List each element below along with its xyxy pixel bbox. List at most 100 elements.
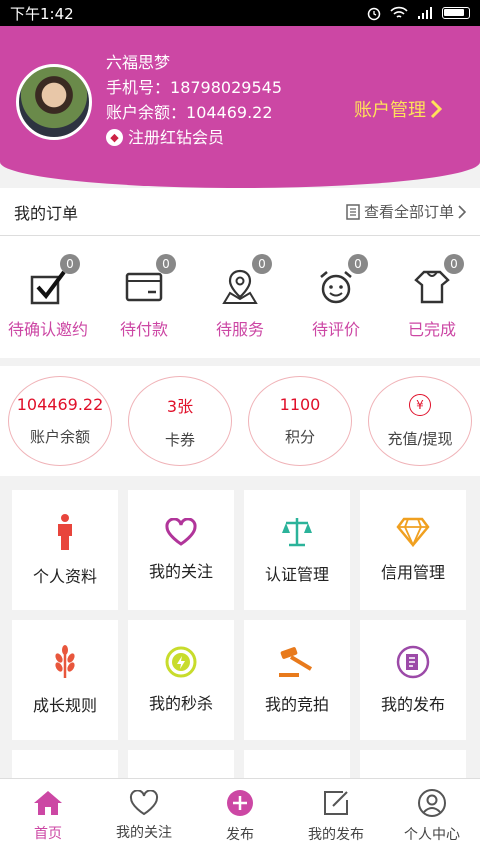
order-status-label: 待确认邀约: [7, 320, 88, 339]
checkbox-icon: [27, 266, 69, 308]
tile-label: 我的秒杀: [148, 694, 213, 713]
shirt-icon: [411, 266, 453, 308]
tab-label: 个人中心: [404, 827, 460, 843]
edit-icon: [324, 791, 348, 815]
wallet-value: 1100: [279, 395, 321, 414]
scale-icon: [282, 518, 312, 547]
chevron-right-icon: [430, 99, 442, 119]
order-status-pending-confirm[interactable]: 0 待确认邀约: [0, 236, 96, 358]
tile-label: 信用管理: [380, 563, 445, 582]
order-count-badge: 0: [348, 254, 368, 274]
tile-profile[interactable]: 个人资料: [12, 490, 118, 610]
tab-label: 发布: [226, 827, 254, 843]
feature-grid-viewport: 个人资料 我的关注 认证管理 信用管理 成长规则 我的秒杀 我的竞拍 我的发布: [0, 490, 480, 780]
tile-label: 我的竞拍: [264, 695, 329, 714]
view-all-orders-label: 查看全部订单: [363, 203, 454, 221]
orders-title: 我的订单: [14, 203, 79, 223]
tab-my-posts[interactable]: 我的发布: [288, 779, 384, 853]
account-management-link[interactable]: 账户管理: [354, 96, 442, 122]
wallet-balance[interactable]: 104469.22 账户余额: [8, 376, 112, 466]
tile-auction[interactable]: 我的竞拍: [244, 620, 350, 740]
user-icon: [418, 789, 446, 817]
tile-label: 个人资料: [32, 567, 97, 586]
tile-partial[interactable]: [12, 750, 118, 780]
tile-growth-rules[interactable]: 成长规则: [12, 620, 118, 740]
wallet-label: 积分: [284, 428, 315, 446]
heart-icon: [165, 518, 197, 546]
wallet-label: 卡券: [164, 430, 195, 449]
wallet-summary: 104469.22 账户余额 3张 卡券 1100 积分 ¥ 充值/提现: [0, 366, 480, 476]
bottom-tab-bar: 首页 我的关注 发布 我的发布 个人中心: [0, 778, 480, 853]
tile-partial[interactable]: [128, 750, 234, 780]
tile-partial[interactable]: [244, 750, 350, 780]
phone-label: 手机号：: [106, 78, 171, 97]
tile-flash-sale[interactable]: 我的秒杀: [128, 620, 234, 740]
heart-outline-icon: [129, 790, 159, 816]
tile-label: 成长规则: [32, 696, 97, 715]
map-pin-icon: [219, 266, 261, 308]
order-status-label: 待付款: [119, 320, 168, 339]
person-icon: [58, 514, 72, 550]
profile-header: 六福思梦 手机号： 18798029545 账户余额： 104469.22 ◆ …: [0, 26, 480, 188]
publish-icon: [396, 645, 430, 679]
order-status-label: 待服务: [215, 320, 264, 339]
wallet-points[interactable]: 1100 积分: [248, 376, 352, 466]
order-status-completed[interactable]: 0 已完成: [384, 236, 480, 358]
battery-icon: [442, 7, 470, 19]
status-bar: 下午1:42: [0, 0, 480, 26]
alarm-icon: [367, 7, 381, 21]
wifi-icon: [390, 6, 408, 18]
balance-row: 账户余额： 104469.22: [106, 100, 282, 125]
order-status-pending-payment[interactable]: 0 待付款: [96, 236, 192, 358]
tab-label: 首页: [34, 826, 62, 842]
phone-number: 18798029545: [170, 78, 282, 97]
wallet-coupons[interactable]: 3张 卡券: [128, 376, 232, 466]
gavel-icon: [279, 647, 313, 677]
balance-value: 104469.22: [186, 103, 273, 122]
wallet-label: 充值/提现: [387, 429, 453, 448]
order-count-badge: 0: [156, 254, 176, 274]
diamond-icon: [396, 517, 430, 547]
tile-label: 我的发布: [380, 695, 445, 714]
tile-label: 我的关注: [148, 562, 213, 581]
tile-certification[interactable]: 认证管理: [244, 490, 350, 610]
status-time: 下午1:42: [10, 4, 74, 23]
view-all-orders-link[interactable]: 查看全部订单: [346, 201, 466, 222]
tab-publish[interactable]: 发布: [192, 779, 288, 853]
order-status-label: 已完成: [407, 320, 456, 339]
status-icons: [366, 5, 470, 21]
chevron-right-icon: [458, 204, 466, 219]
user-info: 六福思梦 手机号： 18798029545 账户余额： 104469.22 ◆ …: [106, 50, 282, 150]
vip-text: 注册红钻会员: [128, 128, 225, 147]
wallet-recharge[interactable]: ¥ 充值/提现: [368, 376, 472, 466]
tab-home[interactable]: 首页: [0, 779, 96, 853]
home-icon: [34, 791, 62, 815]
wallet-label: 账户余额: [29, 428, 90, 446]
order-count-badge: 0: [444, 254, 464, 274]
orders-header: 我的订单 查看全部订单: [0, 188, 480, 236]
signal-icon: [418, 7, 432, 19]
tile-following[interactable]: 我的关注: [128, 490, 234, 610]
order-status-pending-review[interactable]: 0 待评价: [288, 236, 384, 358]
alarm-face-icon: [315, 266, 357, 308]
flash-sale-icon: [165, 646, 197, 678]
wallet-value: 3张: [166, 396, 194, 416]
wheat-icon: [55, 645, 75, 678]
user-name: 六福思梦: [106, 53, 171, 72]
tile-credit[interactable]: 信用管理: [360, 490, 466, 610]
order-status-label: 待评价: [311, 320, 360, 339]
tab-following[interactable]: 我的关注: [96, 779, 192, 853]
tab-label: 我的发布: [308, 827, 364, 843]
tab-label: 我的关注: [116, 825, 172, 841]
tile-partial[interactable]: [360, 750, 466, 780]
wallet-icon: [123, 266, 165, 308]
order-status-pending-service[interactable]: 0 待服务: [192, 236, 288, 358]
wallet-value: 104469.22: [16, 395, 104, 414]
balance-label: 账户余额：: [106, 103, 187, 122]
order-count-badge: 0: [252, 254, 272, 274]
vip-badge[interactable]: ◆ 注册红钻会员: [106, 125, 282, 150]
list-icon: [346, 203, 360, 220]
tab-profile[interactable]: 个人中心: [384, 779, 480, 853]
avatar[interactable]: [16, 64, 92, 140]
tile-my-posts[interactable]: 我的发布: [360, 620, 466, 740]
